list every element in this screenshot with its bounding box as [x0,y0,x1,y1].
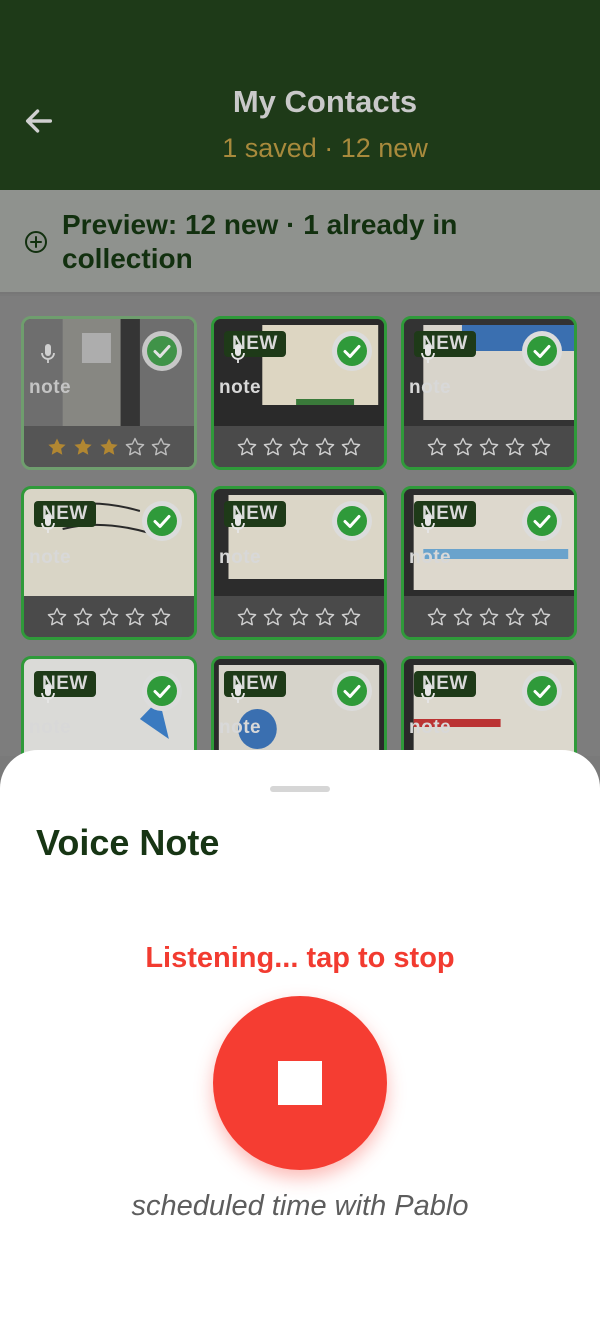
select-checkbox[interactable] [332,671,372,711]
star-rating[interactable] [24,596,194,637]
star-outline-icon[interactable] [315,437,335,457]
star-outline-icon[interactable] [237,437,257,457]
star-outline-icon[interactable] [531,607,551,627]
star-filled-icon[interactable] [73,437,93,457]
star-outline-icon[interactable] [427,607,447,627]
check-circle-icon [527,506,557,536]
microphone-icon [421,514,435,533]
check-circle-icon [147,676,177,706]
star-outline-icon[interactable] [341,607,361,627]
plus-circle-icon [25,231,47,253]
star-outline-icon[interactable] [99,607,119,627]
star-outline-icon[interactable] [479,437,499,457]
check-circle-icon [337,676,367,706]
microphone-icon [41,514,55,533]
app-header: My Contacts 1 saved · 12 new [0,0,600,190]
select-checkbox[interactable] [332,501,372,541]
transcript-text: scheduled time with Pablo [131,1190,469,1222]
select-checkbox[interactable] [142,331,182,371]
select-checkbox[interactable] [522,501,562,541]
voice-note-label: note [29,377,72,398]
page-subtitle: 1 saved · 12 new [222,133,428,163]
voice-note-label: note [409,377,452,398]
microphone-icon [231,514,245,533]
contact-card[interactable]: NEW note [211,316,387,470]
star-outline-icon[interactable] [531,437,551,457]
star-rating[interactable] [404,426,574,467]
check-circle-icon [527,676,557,706]
select-checkbox[interactable] [332,331,372,371]
star-filled-icon[interactable] [99,437,119,457]
sheet-title: Voice Note [36,822,220,863]
star-outline-icon[interactable] [341,437,361,457]
voice-note-label: note [219,717,262,738]
contact-card[interactable]: NEW note [401,656,577,756]
star-outline-icon[interactable] [151,437,171,457]
microphone-icon [41,344,55,363]
contact-card[interactable]: NEW note [21,656,197,756]
star-outline-icon[interactable] [73,607,93,627]
voice-note-label: note [29,717,72,738]
star-outline-icon[interactable] [479,607,499,627]
star-filled-icon[interactable] [47,437,67,457]
star-outline-icon[interactable] [289,437,309,457]
star-outline-icon[interactable] [263,607,283,627]
contact-card[interactable]: NEW note [211,656,387,756]
select-checkbox[interactable] [522,331,562,371]
microphone-icon [421,684,435,703]
contact-card[interactable]: NEW note [401,316,577,470]
star-outline-icon[interactable] [315,607,335,627]
check-circle-icon [337,336,367,366]
voice-note-label: note [409,547,452,568]
microphone-icon [421,344,435,363]
voice-note-label: note [409,717,452,738]
star-outline-icon[interactable] [289,607,309,627]
select-checkbox[interactable] [142,671,182,711]
voice-note-label: note [29,547,72,568]
microphone-icon [231,684,245,703]
star-outline-icon[interactable] [151,607,171,627]
select-checkbox[interactable] [522,671,562,711]
stop-icon [278,1061,322,1105]
contact-card[interactable]: NEW note [211,486,387,640]
stop-recording-button[interactable] [213,996,387,1170]
preview-banner-text: Preview: 12 new · 1 already in collectio… [62,209,458,274]
microphone-icon [231,344,245,363]
star-rating[interactable] [404,596,574,637]
microphone-icon [41,684,55,703]
check-circle-icon [337,506,367,536]
voice-note-label: note [219,377,262,398]
star-outline-icon[interactable] [125,437,145,457]
voice-note-label: note [219,547,262,568]
check-circle-icon [527,336,557,366]
star-outline-icon[interactable] [263,437,283,457]
contact-card-grid: note NEW note NEW note NEW note NEW note NEW note N… [0,296,600,756]
check-circle-icon [147,336,177,366]
star-outline-icon[interactable] [505,607,525,627]
star-outline-icon[interactable] [427,437,447,457]
star-outline-icon[interactable] [47,607,67,627]
star-rating[interactable] [214,596,384,637]
contact-card[interactable]: NEW note [21,486,197,640]
contact-card[interactable]: NEW note [401,486,577,640]
star-outline-icon[interactable] [505,437,525,457]
page-title: My Contacts [232,84,418,119]
sheet-drag-handle[interactable] [270,786,330,792]
star-outline-icon[interactable] [125,607,145,627]
star-rating[interactable] [214,426,384,467]
star-outline-icon[interactable] [237,607,257,627]
select-checkbox[interactable] [142,501,182,541]
listening-status: Listening... tap to stop [145,942,455,974]
star-rating[interactable] [24,426,194,467]
check-circle-icon [147,506,177,536]
star-outline-icon[interactable] [453,437,473,457]
contact-card[interactable]: note [21,316,197,470]
star-outline-icon[interactable] [453,607,473,627]
voice-note-sheet: Voice Note Listening... tap to stop sche… [0,750,600,1333]
